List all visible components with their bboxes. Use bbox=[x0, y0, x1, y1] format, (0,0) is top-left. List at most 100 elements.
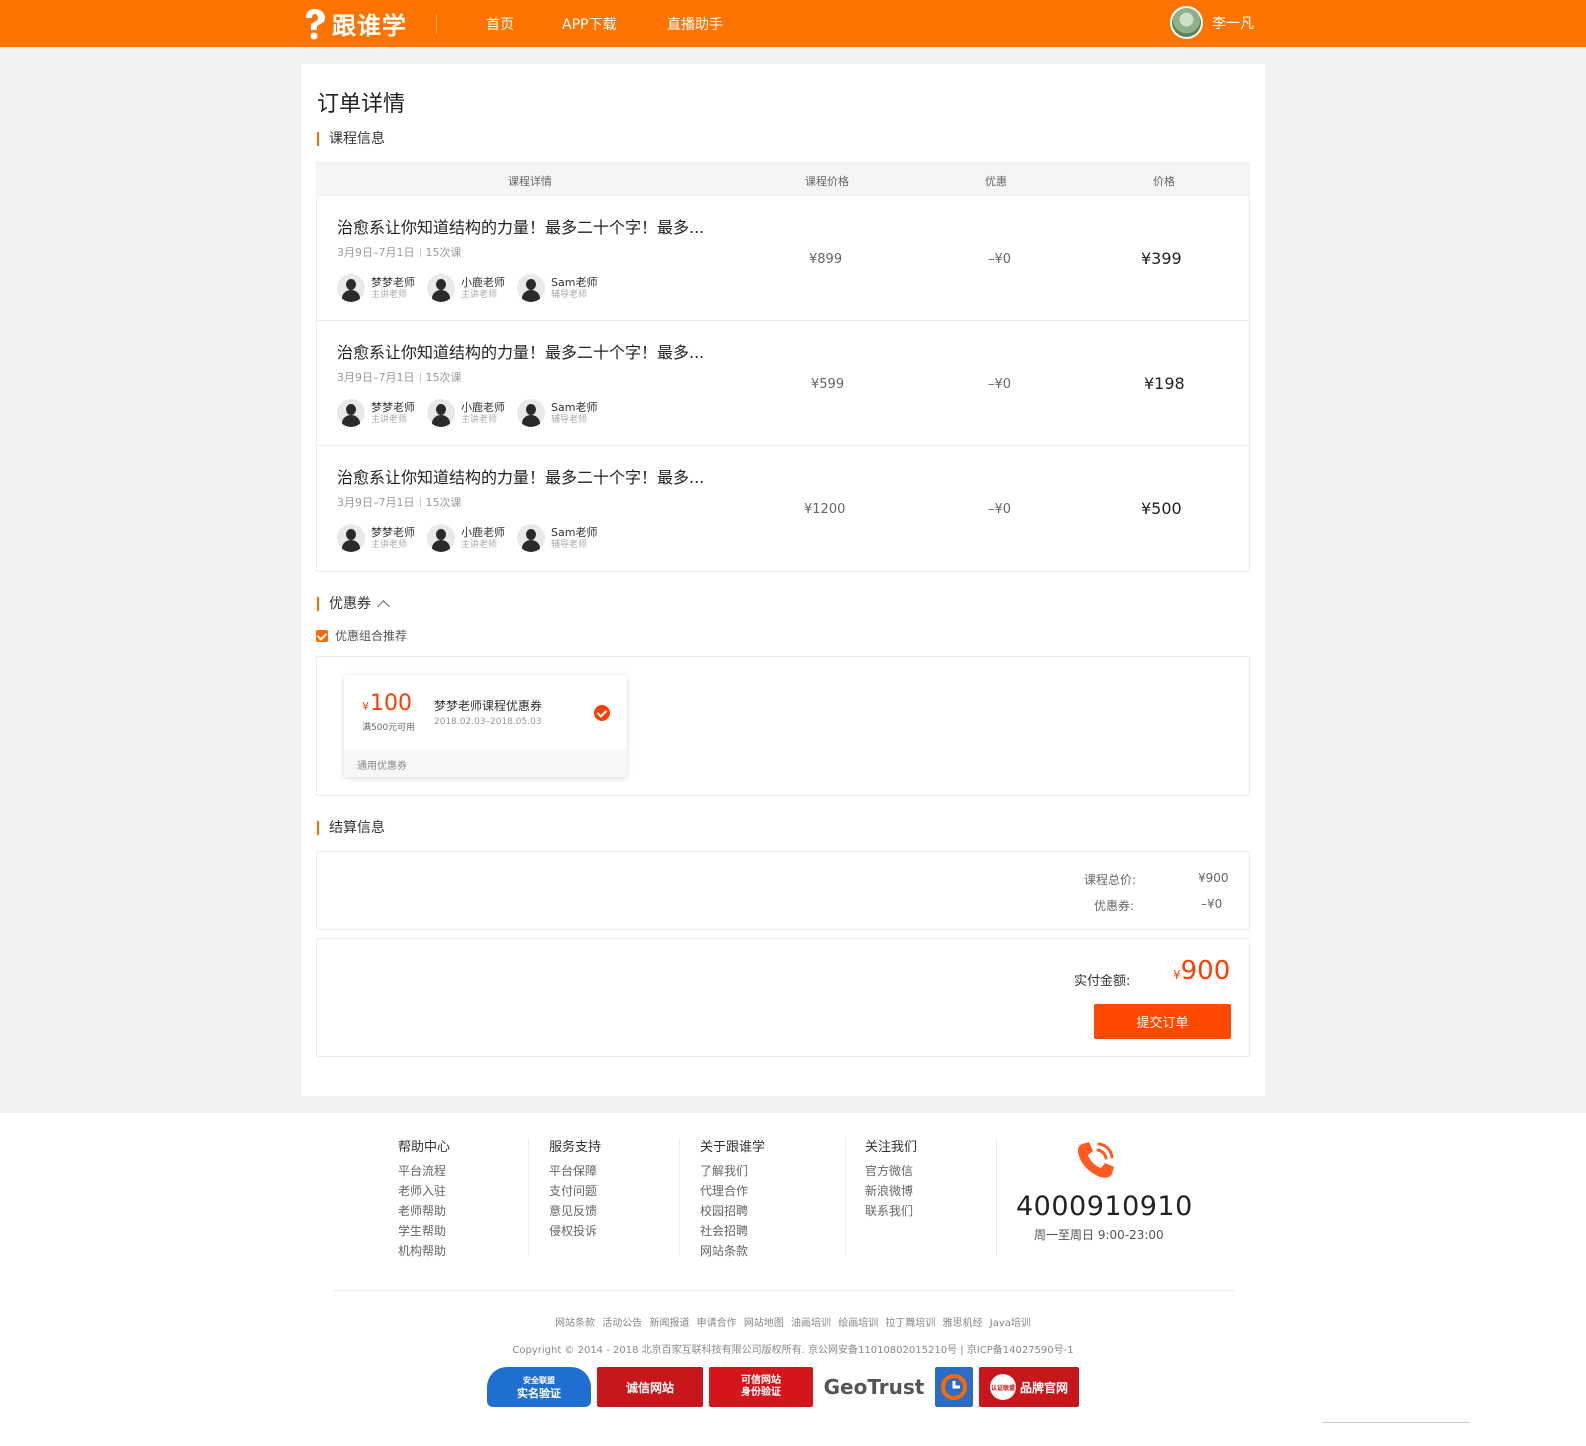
user-menu[interactable]: 李一凡 bbox=[1170, 6, 1254, 39]
footer-bottom-link[interactable]: 新闻报道 bbox=[649, 1318, 689, 1329]
footer-bottom-link[interactable]: 网站地图 bbox=[744, 1318, 784, 1329]
teacher-name: Sam老师 bbox=[551, 275, 598, 289]
trusted-site-badge[interactable]: 可信网站 身份验证 bbox=[709, 1367, 813, 1407]
teacher-avatar bbox=[517, 524, 545, 552]
footer-link[interactable]: 官方微信 bbox=[865, 1161, 917, 1181]
course-price: ¥599 bbox=[811, 377, 845, 392]
pay-amount-label: 实付金额: bbox=[1074, 974, 1131, 989]
teacher-item[interactable]: Sam老师 辅导老师 bbox=[517, 399, 607, 427]
footer-bottom-link[interactable]: 油画培训 bbox=[791, 1318, 831, 1329]
teacher-item[interactable]: 小鹿老师 主讲老师 bbox=[427, 274, 517, 302]
checkbox-checked-icon[interactable] bbox=[316, 629, 328, 642]
coupon-card[interactable]: ¥100 满500元可用 梦梦老师课程优惠券 2018.02.03–2018.0… bbox=[344, 675, 627, 777]
course-title[interactable]: 治愈系让你知道结构的力量！最多二十个字！最多... bbox=[337, 339, 704, 363]
trust-badges: 安全联盟 实名验证 诚信网站 可信网站 身份验证 GeoTrust 认证联盟 品牌官网 bbox=[487, 1367, 1085, 1407]
footer-col-title: 服务支持 bbox=[549, 1140, 602, 1155]
teacher-role: 辅导老师 bbox=[551, 414, 588, 425]
teacher-item[interactable]: 梦梦老师 主讲老师 bbox=[337, 274, 427, 302]
course-meta: 3月9日–7月1日 15次课 bbox=[337, 496, 462, 509]
combo-recommend-label: 优惠组合推荐 bbox=[335, 629, 408, 643]
footer-link[interactable]: 新浪微博 bbox=[865, 1181, 917, 1201]
teacher-name: 小鹿老师 bbox=[461, 275, 505, 289]
footer-link[interactable]: 了解我们 bbox=[700, 1161, 765, 1181]
course-title[interactable]: 治愈系让你知道结构的力量！最多二十个字！最多... bbox=[337, 214, 704, 238]
table-row[interactable]: 治愈系让你知道结构的力量！最多二十个字！最多... 3月9日–7月1日 15次课 … bbox=[317, 320, 1249, 445]
teacher-role: 主讲老师 bbox=[461, 289, 498, 300]
footer-col-help: 帮助中心 平台流程 老师入驻 老师帮助 学生帮助 机构帮助 bbox=[398, 1136, 450, 1261]
footer-divider bbox=[996, 1138, 997, 1256]
teacher-item[interactable]: 小鹿老师 主讲老师 bbox=[427, 399, 517, 427]
footer-link[interactable]: 代理合作 bbox=[700, 1181, 765, 1201]
footer-bottom-link[interactable]: Java培训 bbox=[990, 1318, 1031, 1329]
col-header-course-price: 课程价格 bbox=[805, 175, 849, 188]
footer-link[interactable]: 平台流程 bbox=[398, 1161, 450, 1181]
footer-link[interactable]: 校园招聘 bbox=[700, 1201, 765, 1221]
real-name-badge[interactable]: 安全联盟 实名验证 bbox=[487, 1367, 591, 1407]
payment-box: 实付金额: ¥900 提交订单 bbox=[316, 938, 1250, 1057]
table-row[interactable]: 治愈系让你知道结构的力量！最多二十个字！最多... 3月9日–7月1日 15次课 … bbox=[317, 445, 1249, 570]
brand-official-badge[interactable]: 认证联盟 品牌官网 bbox=[979, 1367, 1079, 1407]
teacher-name: 梦梦老师 bbox=[371, 525, 415, 539]
table-row[interactable]: 治愈系让你知道结构的力量！最多二十个字！最多... 3月9日–7月1日 15次课 … bbox=[317, 195, 1249, 320]
teacher-item[interactable]: 小鹿老师 主讲老师 bbox=[427, 524, 517, 552]
footer-bottom-link[interactable]: 申请合作 bbox=[697, 1318, 737, 1329]
footer-link[interactable]: 机构帮助 bbox=[398, 1241, 450, 1261]
teacher-name: 小鹿老师 bbox=[461, 525, 505, 539]
discount-value: –¥0 bbox=[988, 502, 1012, 517]
geotrust-badge[interactable]: GeoTrust bbox=[819, 1367, 929, 1407]
teacher-item[interactable]: 梦梦老师 主讲老师 bbox=[337, 399, 427, 427]
logo[interactable]: 跟谁学 bbox=[300, 6, 407, 41]
course-table: 课程详情 课程价格 优惠 价格 治愈系让你知道结构的力量！最多二十个字！最多..… bbox=[316, 162, 1250, 572]
footer-link[interactable]: 学生帮助 bbox=[398, 1221, 450, 1241]
credit-site-badge[interactable]: 诚信网站 bbox=[597, 1367, 703, 1407]
teacher-role: 辅导老师 bbox=[551, 539, 588, 550]
coupon-condition: 满500元可用 bbox=[362, 723, 416, 733]
phone-icon bbox=[1078, 1142, 1114, 1178]
footer-link[interactable]: 支付问题 bbox=[549, 1181, 601, 1201]
footer-link[interactable]: 老师帮助 bbox=[398, 1201, 450, 1221]
teacher-role: 辅导老师 bbox=[551, 289, 588, 300]
nav-home[interactable]: 首页 bbox=[486, 14, 514, 34]
discount-value: –¥0 bbox=[988, 377, 1012, 392]
footer: 帮助中心 平台流程 老师入驻 老师帮助 学生帮助 机构帮助 服务支持 平台保障 … bbox=[0, 1113, 1586, 1446]
teacher-item[interactable]: 梦梦老师 主讲老师 bbox=[337, 524, 427, 552]
page-title: 订单详情 bbox=[317, 92, 406, 117]
submit-order-button[interactable]: 提交订单 bbox=[1094, 1004, 1231, 1039]
teacher-avatar bbox=[337, 274, 365, 302]
footer-bottom-link[interactable]: 拉丁舞培训 bbox=[885, 1318, 935, 1329]
footer-bottom-link[interactable]: 网站条款 bbox=[555, 1318, 595, 1329]
combo-recommend-checkbox[interactable]: 优惠组合推荐 bbox=[316, 627, 407, 644]
footer-link[interactable]: 平台保障 bbox=[549, 1161, 601, 1181]
teacher-item[interactable]: Sam老师 辅导老师 bbox=[517, 524, 607, 552]
teacher-name: 梦梦老师 bbox=[371, 400, 415, 414]
check-circle-icon[interactable] bbox=[594, 705, 610, 721]
section-title-coupon[interactable]: 优惠券 bbox=[317, 597, 390, 613]
footer-link[interactable]: 联系我们 bbox=[865, 1201, 917, 1221]
nav-app-download[interactable]: APP下载 bbox=[562, 14, 616, 34]
footer-link[interactable]: 意见反馈 bbox=[549, 1201, 601, 1221]
footer-bottom-link[interactable]: 活动公告 bbox=[602, 1318, 642, 1329]
teacher-list: 梦梦老师 主讲老师 小鹿老师 主讲老师 Sam老师 辅导老师 bbox=[337, 524, 607, 552]
teacher-name: Sam老师 bbox=[551, 525, 598, 539]
footer-link[interactable]: 网站条款 bbox=[700, 1241, 765, 1261]
course-meta: 3月9日–7月1日 15次课 bbox=[337, 246, 462, 259]
security-badge-icon[interactable] bbox=[935, 1367, 973, 1407]
nav-live-assistant[interactable]: 直播助手 bbox=[667, 14, 723, 34]
final-price: ¥500 bbox=[1141, 499, 1182, 518]
coupon-value: –¥0 bbox=[1201, 897, 1223, 911]
course-title[interactable]: 治愈系让你知道结构的力量！最多二十个字！最多... bbox=[337, 464, 704, 488]
footer-link[interactable]: 社会招聘 bbox=[700, 1221, 765, 1241]
footer-link[interactable]: 侵权投诉 bbox=[549, 1221, 601, 1241]
teacher-list: 梦梦老师 主讲老师 小鹿老师 主讲老师 Sam老师 辅导老师 bbox=[337, 399, 607, 427]
footer-bottom-link[interactable]: 绘画培训 bbox=[838, 1318, 878, 1329]
pay-amount: ¥900 bbox=[1173, 956, 1231, 986]
course-price: ¥1200 bbox=[804, 502, 846, 517]
teacher-item[interactable]: Sam老师 辅导老师 bbox=[517, 274, 607, 302]
footer-divider bbox=[528, 1138, 529, 1256]
chevron-up-icon[interactable] bbox=[377, 600, 390, 613]
teacher-avatar bbox=[427, 524, 455, 552]
footer-bottom-link[interactable]: 雅思机经 bbox=[943, 1318, 983, 1329]
footer-link[interactable]: 老师入驻 bbox=[398, 1181, 450, 1201]
top-nav-bar: 跟谁学 首页 APP下载 直播助手 李一凡 bbox=[0, 0, 1586, 47]
footer-col-title: 关注我们 bbox=[865, 1140, 918, 1155]
